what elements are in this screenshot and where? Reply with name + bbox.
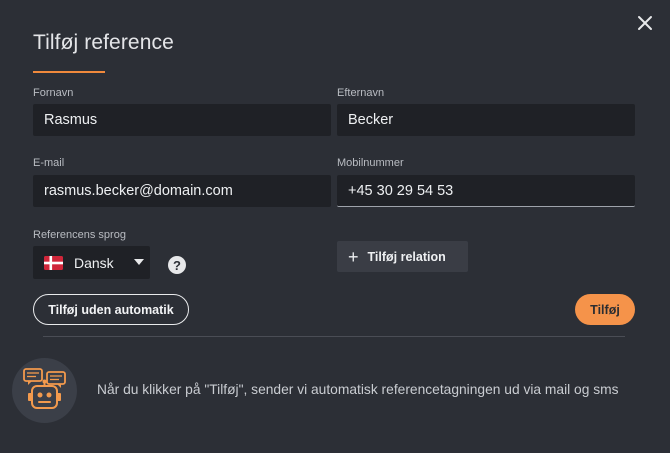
- last-name-value: Becker: [348, 112, 394, 128]
- add-button[interactable]: Tilføj: [575, 294, 635, 325]
- close-button[interactable]: [634, 12, 656, 34]
- language-value: Dansk: [74, 254, 114, 271]
- email-field[interactable]: rasmus.becker@domain.com: [33, 175, 331, 207]
- add-relation-label: Tilføj relation: [367, 249, 446, 264]
- caret-down-icon: [134, 259, 144, 265]
- add-relation-button[interactable]: + Tilføj relation: [337, 241, 468, 272]
- add-without-automation-button[interactable]: Tilføj uden automatik: [33, 294, 189, 325]
- language-select[interactable]: Dansk: [33, 246, 150, 279]
- email-label: E-mail: [33, 157, 65, 169]
- dialog-title: Tilføj reference: [33, 31, 174, 54]
- title-underline: [33, 71, 105, 73]
- last-name-field[interactable]: Becker: [337, 104, 635, 136]
- close-icon: [638, 16, 652, 30]
- first-name-value: Rasmus: [44, 112, 98, 128]
- last-name-label: Efternavn: [337, 87, 385, 99]
- divider: [43, 336, 625, 337]
- email-value: rasmus.becker@domain.com: [44, 183, 233, 199]
- add-label: Tilføj: [590, 302, 620, 317]
- denmark-flag-icon: [44, 255, 63, 270]
- mobile-label: Mobilnummer: [337, 157, 404, 169]
- add-without-automation-label: Tilføj uden automatik: [48, 302, 174, 317]
- plus-icon: +: [348, 246, 359, 267]
- first-name-field[interactable]: Rasmus: [33, 104, 331, 136]
- help-icon[interactable]: ?: [168, 256, 186, 274]
- mobile-field[interactable]: +45 30 29 54 53: [337, 175, 635, 207]
- mobile-value: +45 30 29 54 53: [348, 182, 454, 199]
- robot-chat-icon: [12, 358, 77, 423]
- first-name-label: Fornavn: [33, 87, 74, 99]
- info-text: Når du klikker på "Tilføj", sender vi au…: [97, 382, 619, 397]
- language-label: Referencens sprog: [33, 229, 126, 241]
